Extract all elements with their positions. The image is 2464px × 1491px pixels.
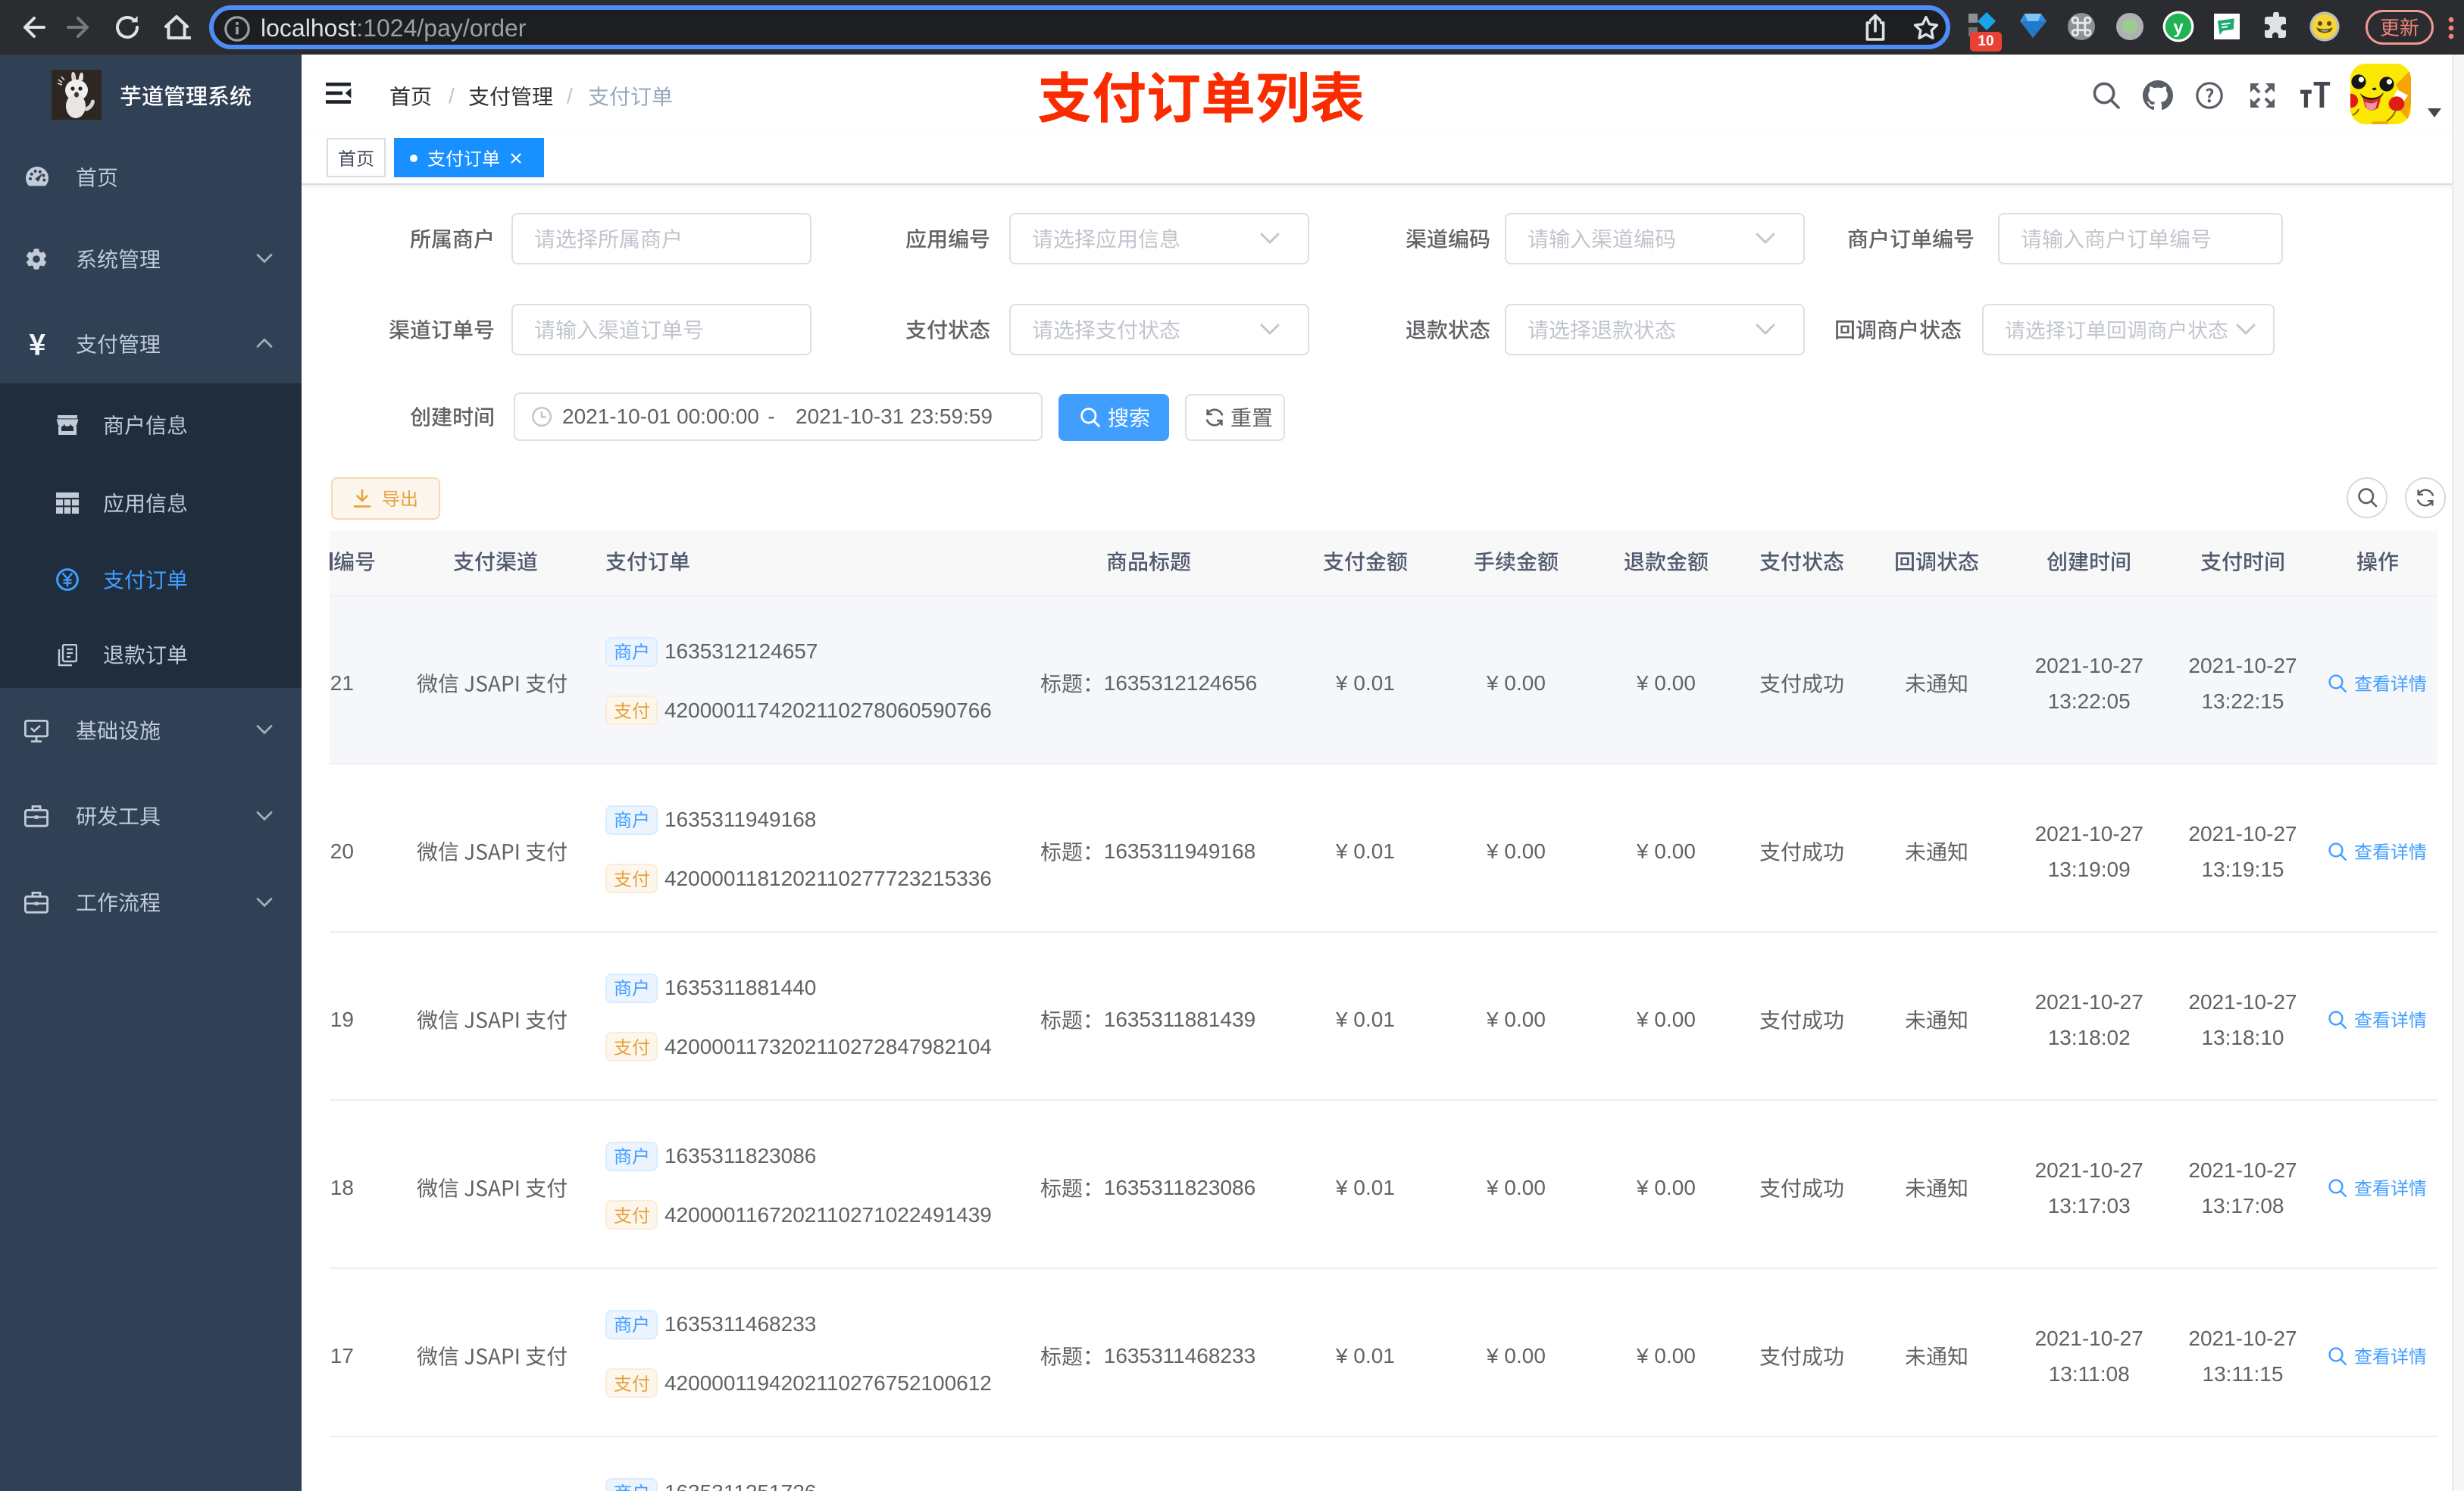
svg-text:y: y [2173,17,2184,38]
